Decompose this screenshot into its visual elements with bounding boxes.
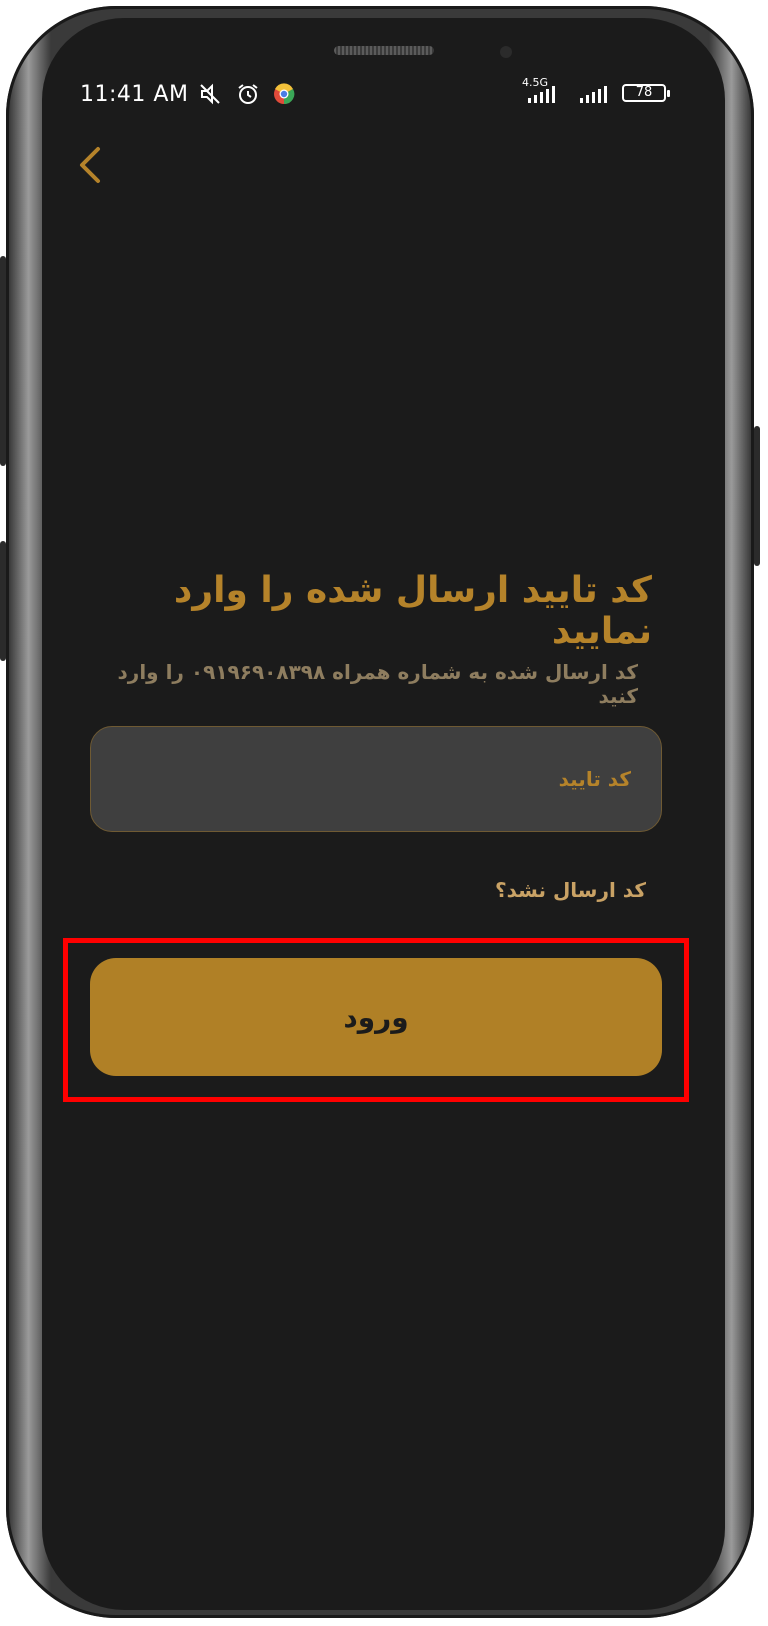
page-subtitle: کد ارسال شده به شماره همراه ۰۹۱۹۶۹۰۸۳۹۸ … [117,660,638,708]
signal-icon-2 [580,86,607,103]
verification-code-input[interactable] [91,727,661,831]
alarm-icon [238,84,258,104]
login-button[interactable]: ورود [90,958,662,1076]
front-camera [500,46,512,58]
back-chevron-icon[interactable] [72,145,108,185]
status-bar: 11:41 AM 4.5G 78 [80,76,672,110]
page-title: کد تایید ارسال شده را وارد نمایید [173,570,652,652]
bixby-button [0,541,6,661]
chrome-icon [274,83,295,105]
signal-icon [528,86,555,103]
mute-icon [200,83,220,105]
verification-code-field[interactable] [90,726,662,832]
volume-button [0,256,6,466]
resend-code-link[interactable]: کد ارسال نشد؟ [400,878,646,902]
power-button [754,426,760,566]
earpiece-speaker [334,46,434,55]
battery-icon: 78 [622,84,670,102]
status-time: 11:41 AM [80,82,189,107]
